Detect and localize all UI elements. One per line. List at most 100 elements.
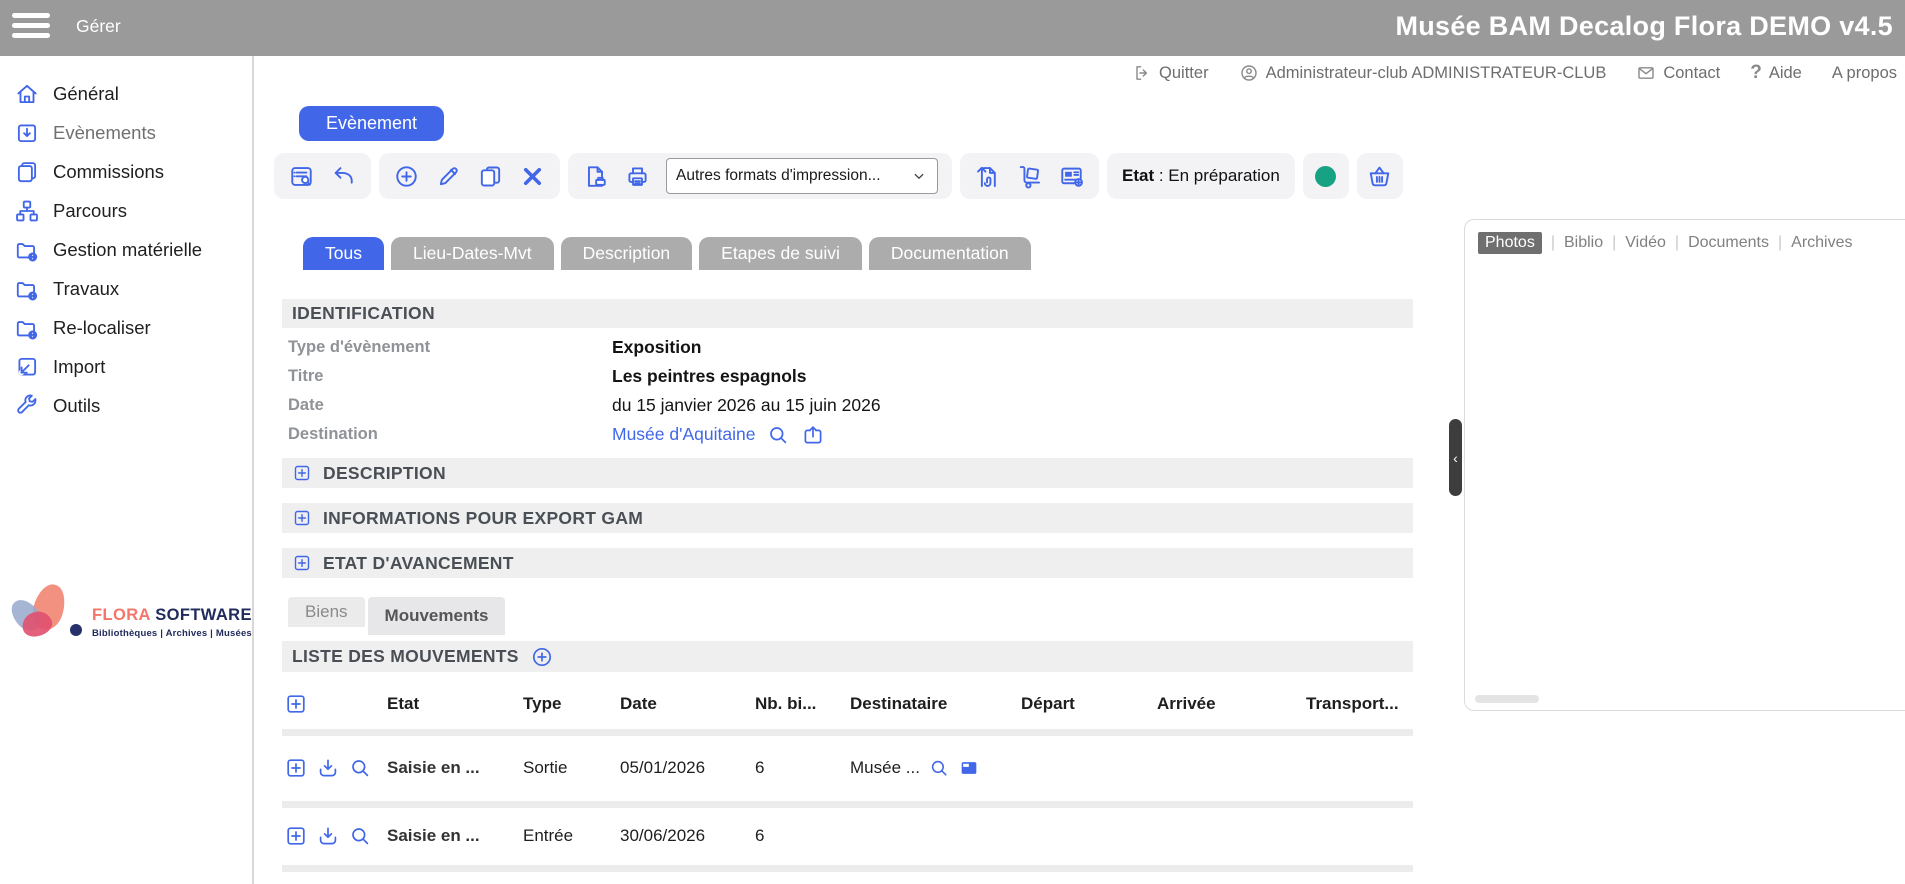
sidebar-item-evenements[interactable]: Evènements bbox=[0, 113, 252, 152]
media-tab-photos[interactable]: Photos bbox=[1478, 232, 1542, 254]
event-box-icon bbox=[14, 120, 40, 146]
media-tab-documents[interactable]: Documents bbox=[1688, 234, 1769, 252]
printer-button[interactable] bbox=[624, 163, 651, 190]
media-panel: Photos | Biblio | Vidéo | Documents | Ar… bbox=[1464, 219, 1905, 711]
card-plus-icon bbox=[1058, 163, 1085, 190]
sidebar-item-commissions[interactable]: Commissions bbox=[0, 152, 252, 191]
destination-link[interactable]: Musée d'Aquitaine bbox=[612, 424, 755, 445]
status-label: Etat bbox=[1122, 166, 1154, 185]
row-view-button[interactable] bbox=[348, 756, 372, 780]
cell-type: Sortie bbox=[523, 758, 620, 778]
folder-globe-icon bbox=[14, 237, 40, 263]
row-expand-button[interactable] bbox=[284, 824, 308, 848]
home-icon bbox=[14, 81, 40, 107]
expand-plus-icon[interactable] bbox=[292, 508, 312, 528]
sidebar-item-label: Import bbox=[53, 356, 105, 378]
media-tab-biblio[interactable]: Biblio bbox=[1564, 234, 1603, 252]
destinataire-search-button[interactable] bbox=[928, 757, 950, 779]
cell-etat: Saisie en ... bbox=[387, 758, 523, 778]
row-separator bbox=[282, 865, 1413, 872]
column-header: Destinataire bbox=[850, 694, 1021, 714]
sidebar-item-label: Parcours bbox=[53, 200, 127, 222]
record-tabs: Tous Lieu-Dates-Mvt Description Etapes d… bbox=[303, 237, 1031, 270]
result-list-button[interactable] bbox=[288, 163, 315, 190]
edit-button[interactable] bbox=[435, 163, 462, 190]
tab-etapes-de-suivi[interactable]: Etapes de suivi bbox=[699, 237, 862, 270]
row-view-button[interactable] bbox=[348, 824, 372, 848]
undo-arrow-icon bbox=[330, 163, 357, 190]
sidebar-item-import[interactable]: Import bbox=[0, 347, 252, 386]
add-button[interactable] bbox=[393, 163, 420, 190]
download-tray-icon bbox=[316, 824, 340, 848]
contact-link[interactable]: Contact bbox=[1636, 63, 1720, 83]
avancement-section-header[interactable]: ETAT D'AVANCEMENT bbox=[282, 548, 1413, 578]
identification-section-header: IDENTIFICATION bbox=[282, 299, 1413, 328]
tab-lieu-dates-mvt[interactable]: Lieu-Dates-Mvt bbox=[391, 237, 554, 270]
row-download-button[interactable] bbox=[316, 756, 340, 780]
report-button[interactable] bbox=[1058, 163, 1085, 190]
record-type-tab-evenement[interactable]: Evènement bbox=[299, 106, 444, 141]
tab-documentation[interactable]: Documentation bbox=[869, 237, 1031, 270]
menu-gerer[interactable]: Gérer bbox=[76, 16, 121, 37]
basket-button[interactable] bbox=[1366, 163, 1393, 190]
expand-plus-icon[interactable] bbox=[292, 553, 312, 573]
sidebar-item-relocaliser[interactable]: Re-localiser bbox=[0, 308, 252, 347]
print-format-select[interactable]: Autres formats d'impression... bbox=[666, 158, 938, 194]
search-icon bbox=[766, 423, 790, 447]
sidebar-item-general[interactable]: Général bbox=[0, 74, 252, 113]
media-tab-video[interactable]: Vidéo bbox=[1625, 234, 1666, 252]
tab-separator: | bbox=[1675, 234, 1679, 252]
row-expand-button[interactable] bbox=[284, 756, 308, 780]
movements-table-header: Etat Type Date Nb. bi... Destinataire Dé… bbox=[282, 686, 1413, 722]
panel-scrollbar-thumb[interactable] bbox=[1475, 695, 1539, 703]
duplicate-button[interactable] bbox=[477, 163, 504, 190]
hamburger-menu-icon[interactable] bbox=[12, 13, 50, 42]
tab-separator: | bbox=[1551, 234, 1555, 252]
cell-etat: Saisie en ... bbox=[387, 826, 523, 846]
tab-description[interactable]: Description bbox=[561, 237, 693, 270]
delete-button[interactable] bbox=[519, 163, 546, 190]
folder-globe-icon bbox=[14, 276, 40, 302]
plus-circle-icon bbox=[393, 163, 420, 190]
column-header: Type bbox=[523, 694, 620, 714]
cell-nb-biens: 6 bbox=[755, 826, 850, 846]
user-icon bbox=[1239, 63, 1259, 83]
delete-x-icon bbox=[519, 163, 546, 190]
sidebar-item-parcours[interactable]: Parcours bbox=[0, 191, 252, 230]
export-document-button[interactable] bbox=[974, 163, 1001, 190]
app-title: Musée BAM Decalog Flora DEMO v4.5 bbox=[1395, 11, 1893, 42]
quit-link[interactable]: Quitter bbox=[1132, 63, 1209, 83]
row-download-button[interactable] bbox=[316, 824, 340, 848]
subtab-mouvements[interactable]: Mouvements bbox=[368, 597, 506, 635]
import-icon bbox=[14, 354, 40, 380]
subtab-biens[interactable]: Biens bbox=[288, 597, 365, 627]
destination-open-button[interactable] bbox=[801, 423, 825, 447]
export-gam-section-header[interactable]: INFORMATIONS POUR EXPORT GAM bbox=[282, 503, 1413, 533]
media-tab-archives[interactable]: Archives bbox=[1791, 234, 1852, 252]
logo-brand: FLORA bbox=[92, 606, 150, 624]
tab-tous[interactable]: Tous bbox=[303, 237, 384, 270]
destination-search-button[interactable] bbox=[766, 423, 790, 447]
user-account[interactable]: Administrateur-club ADMINISTRATEUR-CLUB bbox=[1239, 63, 1607, 83]
table-add-button[interactable] bbox=[284, 692, 308, 716]
description-section-header[interactable]: DESCRIPTION bbox=[282, 458, 1413, 488]
help-link[interactable]: ? Aide bbox=[1750, 62, 1802, 84]
sidebar-item-travaux[interactable]: Travaux bbox=[0, 269, 252, 308]
back-button[interactable] bbox=[330, 163, 357, 190]
sidebar-item-gestion-materielle[interactable]: Gestion matérielle bbox=[0, 230, 252, 269]
section-title: IDENTIFICATION bbox=[292, 303, 435, 324]
help-label: Aide bbox=[1769, 64, 1802, 83]
expand-plus-icon[interactable] bbox=[292, 463, 312, 483]
plus-square-icon bbox=[284, 692, 308, 716]
panel-collapse-handle[interactable] bbox=[1449, 419, 1462, 496]
sidebar-item-outils[interactable]: Outils bbox=[0, 386, 252, 425]
field-label: Destination bbox=[282, 425, 612, 444]
print-document-button[interactable] bbox=[582, 163, 609, 190]
section-title: ETAT D'AVANCEMENT bbox=[323, 553, 514, 574]
about-link[interactable]: A propos bbox=[1832, 64, 1897, 83]
window-icon bbox=[958, 757, 980, 779]
sitemap-icon bbox=[14, 198, 40, 224]
movement-button[interactable] bbox=[1016, 163, 1043, 190]
destinataire-window-button[interactable] bbox=[958, 757, 980, 779]
add-movement-button[interactable] bbox=[530, 645, 554, 669]
